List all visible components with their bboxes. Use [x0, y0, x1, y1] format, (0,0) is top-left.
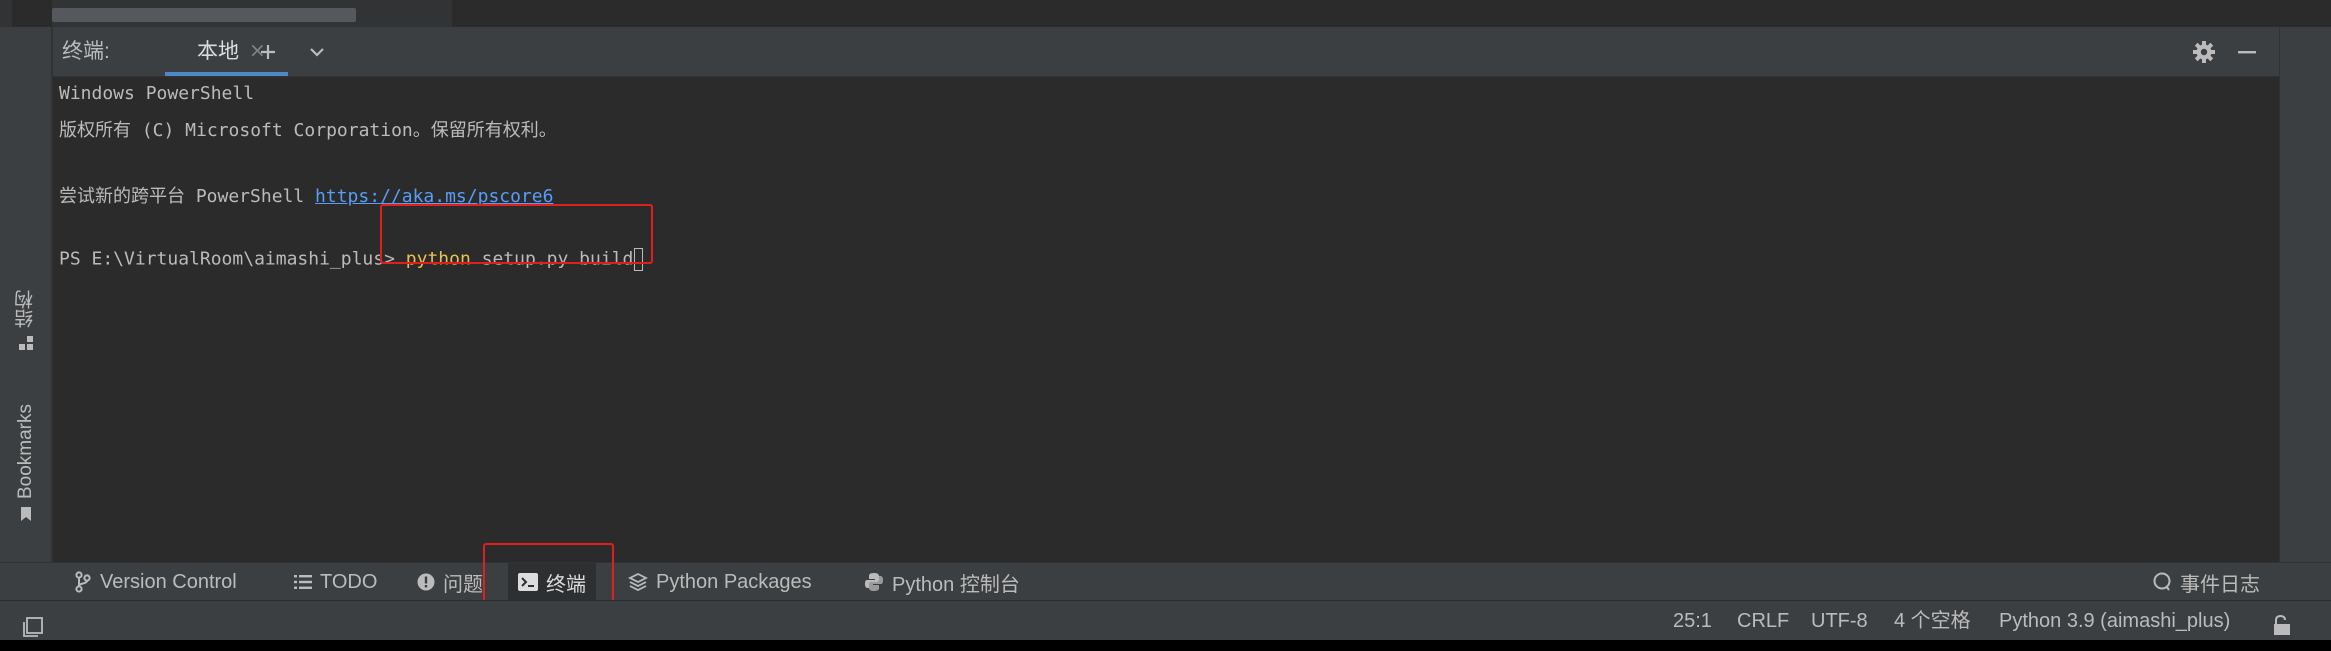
- python-console-label: Python 控制台: [892, 573, 1020, 596]
- speech-bubble-icon: [2153, 572, 2171, 591]
- python-icon: [865, 573, 883, 591]
- terminal-title: 终端:: [62, 40, 110, 63]
- todo-label: TODO: [320, 570, 378, 593]
- file-encoding[interactable]: UTF-8: [1811, 601, 1868, 641]
- horizontal-scrollbar-thumb[interactable]: [52, 8, 356, 22]
- editor-strip: [0, 0, 2331, 27]
- tool-window-bar: Version Control TODO 问题 终端 Python Packag…: [0, 562, 2331, 601]
- bookmarks-label: Bookmarks: [14, 404, 36, 500]
- right-tool-stripe: [2279, 27, 2331, 562]
- version-control-button[interactable]: Version Control: [74, 563, 237, 601]
- list-icon: [294, 575, 312, 589]
- terminal-line: Windows PowerShell: [59, 83, 255, 104]
- caret-position[interactable]: 25:1: [1673, 601, 1712, 641]
- gear-icon[interactable]: [2184, 27, 2224, 76]
- event-log-button[interactable]: 事件日志: [2152, 563, 2260, 601]
- terminal-line: 版权所有 (C) Microsoft Corporation。保留所有权利。: [59, 120, 557, 141]
- line-separator[interactable]: CRLF: [1737, 601, 1789, 641]
- lock-icon[interactable]: [2271, 610, 2293, 635]
- structure-icon: [18, 336, 33, 350]
- status-bar: 25:1 CRLF UTF-8 4 个空格 Python 3.9 (aimash…: [0, 600, 2331, 641]
- indent-setting[interactable]: 4 个空格: [1894, 601, 1971, 641]
- terminal-output[interactable]: Windows PowerShell 版权所有 (C) Microsoft Co…: [53, 77, 2279, 562]
- event-log-label: 事件日志: [2180, 573, 2260, 596]
- structure-tool-button[interactable]: 结构: [0, 290, 51, 352]
- python-console-button[interactable]: Python 控制台: [864, 563, 1020, 601]
- terminal-text: 尝试新的跨平台 PowerShell: [59, 186, 316, 207]
- branch-icon: [75, 571, 91, 593]
- tab-local-label: 本地: [197, 38, 239, 63]
- terminal-header: 终端: 本地 ×: [53, 27, 2279, 77]
- version-control-label: Version Control: [100, 570, 237, 593]
- structure-label: 结构: [15, 290, 36, 328]
- terminal-tool-window: 终端: 本地 × Windows PowerShell 版权所有 (C) Mic…: [52, 27, 2279, 562]
- minimize-icon[interactable]: [2227, 27, 2267, 76]
- python-packages-button[interactable]: Python Packages: [628, 563, 812, 601]
- plus-icon[interactable]: [251, 27, 285, 76]
- problems-button[interactable]: 问题: [417, 563, 483, 601]
- gutter: [0, 0, 12, 27]
- warning-icon: [417, 573, 435, 591]
- problems-label: 问题: [443, 573, 483, 596]
- bookmark-icon: [20, 507, 31, 522]
- prompt: PS E:\VirtualRoom\aimashi_plus>: [59, 248, 406, 270]
- todo-button[interactable]: TODO: [294, 563, 377, 601]
- chevron-down-icon[interactable]: [300, 27, 334, 76]
- window-bottom-border: [0, 640, 2331, 650]
- python-interpreter[interactable]: Python 3.9 (aimashi_plus): [1999, 601, 2230, 641]
- panel-toggle-icon[interactable]: [22, 611, 44, 637]
- layers-icon: [628, 572, 648, 592]
- command-highlight-box: [380, 204, 653, 264]
- python-packages-label: Python Packages: [656, 570, 812, 593]
- left-tool-stripe: 结构 Bookmarks: [0, 27, 52, 562]
- bookmarks-tool-button[interactable]: Bookmarks: [0, 404, 51, 523]
- ide-window: 结构 Bookmarks 终端: 本地 × Windows PowerShell…: [0, 0, 2331, 641]
